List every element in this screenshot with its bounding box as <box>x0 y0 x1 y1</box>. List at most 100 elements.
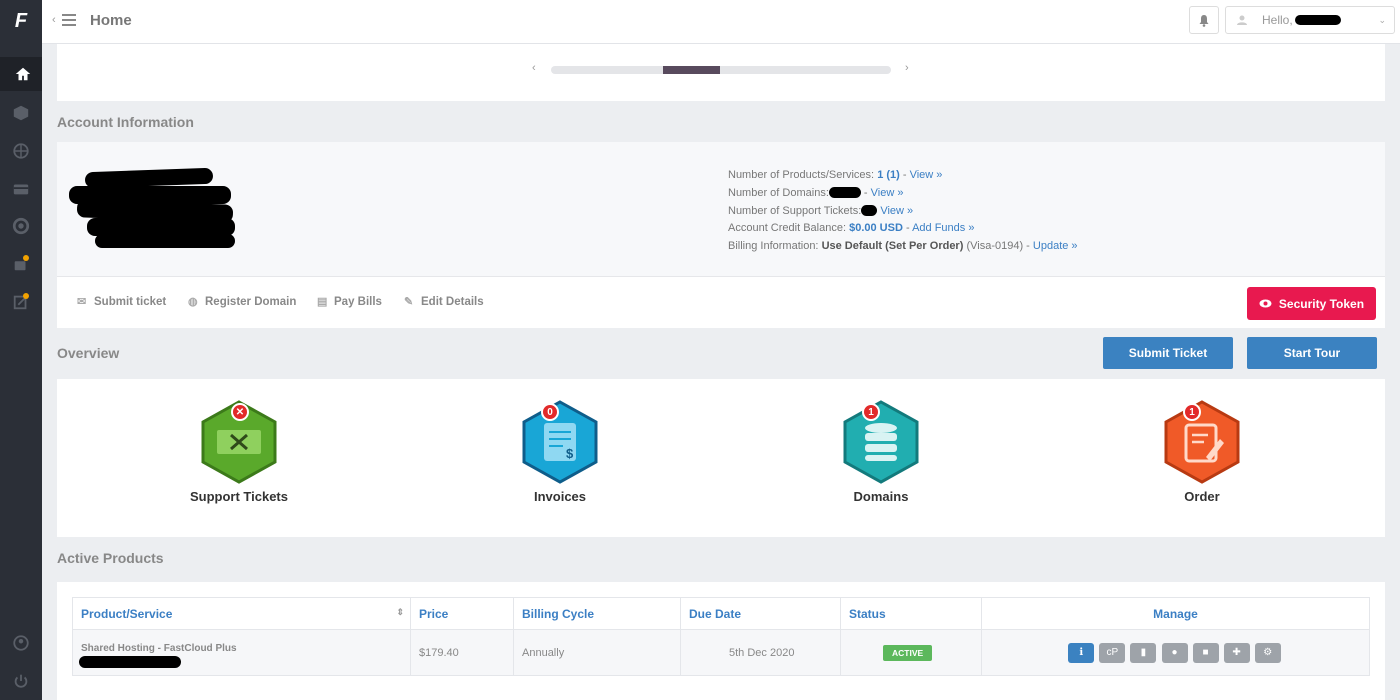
invoices-icon: $ <box>522 400 598 484</box>
price-cell: $179.40 <box>410 629 514 676</box>
notifications-button[interactable] <box>1189 6 1219 34</box>
slider-track[interactable] <box>551 66 891 74</box>
invoices-badge: 0 <box>541 403 559 421</box>
edit-details-link[interactable]: ✎ Edit Details <box>404 296 484 308</box>
slider-prev-icon[interactable]: ‹ <box>532 62 536 74</box>
billing-label: Billing Information: <box>728 240 819 253</box>
top-header: ‹ Home Hello, ⌄ <box>42 0 1400 44</box>
register-domain-label: Register Domain <box>205 296 297 308</box>
domains-badge: 1 <box>862 403 880 421</box>
start-tour-button[interactable]: Start Tour <box>1247 337 1377 369</box>
update-billing-link[interactable]: Update » <box>1033 240 1078 252</box>
col-price[interactable]: Price <box>410 597 514 630</box>
collapse-arrow-icon[interactable]: ‹ <box>52 14 56 26</box>
gear-icon[interactable]: ⚙ <box>1254 642 1281 663</box>
puzzle-icon[interactable]: ✚ <box>1223 642 1250 663</box>
sort-icon[interactable]: ⇕ <box>396 607 404 618</box>
edit-details-label: Edit Details <box>421 296 484 308</box>
redacted-value <box>861 205 878 217</box>
home-icon[interactable] <box>0 57 42 91</box>
redacted-name <box>1294 15 1341 25</box>
col-manage: Manage <box>981 597 1370 630</box>
page-title: Home <box>90 12 132 29</box>
user-menu[interactable]: Hello, ⌄ <box>1225 6 1395 34</box>
star-icon <box>23 293 29 299</box>
col-status[interactable]: Status <box>840 597 982 630</box>
credit-value: $0.00 USD <box>849 222 903 235</box>
product-cell[interactable]: Shared Hosting - FastCloud Plus <box>72 629 411 676</box>
products-view-link[interactable]: View » <box>910 169 943 181</box>
cpanel-icon[interactable]: cP <box>1099 642 1126 663</box>
submit-ticket-link[interactable]: ✉ Submit ticket <box>77 296 166 308</box>
col-product-label: Product/Service <box>81 606 173 621</box>
bell-icon <box>1199 14 1209 27</box>
order-label: Order <box>1184 489 1220 504</box>
pencil-icon: ✎ <box>404 295 414 308</box>
account-info-title: Account Information <box>57 114 194 130</box>
stats-icon[interactable]: ▮ <box>1130 642 1157 663</box>
products-value: 1 (1) <box>877 169 900 181</box>
support-tickets-label: Support Tickets <box>189 489 288 504</box>
due-date-cell: 5th Dec 2020 <box>680 629 841 676</box>
addon-icon[interactable] <box>0 247 42 281</box>
domains-tile[interactable]: 1 Domains <box>821 399 941 504</box>
security-token-button[interactable]: Security Token <box>1247 287 1376 320</box>
invoices-tile[interactable]: $ 0 Invoices <box>500 399 620 504</box>
drop-icon[interactable]: ● <box>1161 642 1188 663</box>
logout-icon[interactable] <box>0 664 42 698</box>
account-stats: Number of Products/Services: 1 (1) - Vie… <box>728 169 1078 253</box>
submit-ticket-button[interactable]: Submit Ticket <box>1103 337 1233 369</box>
billing-value: Use Default (Set Per Order) <box>821 240 964 253</box>
submit-ticket-label: Submit ticket <box>94 296 167 308</box>
billing-card: (Visa-0194) <box>966 240 1024 253</box>
active-products-card: Product/Service ⇕ Price Billing Cycle Due… <box>57 582 1385 700</box>
status-cell: ACTIVE <box>840 629 982 676</box>
domains-view-link[interactable]: View » <box>871 187 904 199</box>
tickets-label: Number of Support Tickets: <box>728 204 862 217</box>
lock-icon[interactable]: ■ <box>1192 642 1219 663</box>
col-billing-cycle[interactable]: Billing Cycle <box>513 597 681 630</box>
svg-text:$: $ <box>566 446 574 461</box>
products-table: Product/Service ⇕ Price Billing Cycle Due… <box>72 597 1370 676</box>
active-products-title: Active Products <box>57 550 164 566</box>
slider-next-icon[interactable]: › <box>905 62 909 74</box>
support-icon[interactable] <box>0 209 42 243</box>
edit-icon[interactable] <box>0 285 42 319</box>
pay-bills-link[interactable]: ▤ Pay Bills <box>317 296 382 308</box>
products-label: Number of Products/Services: <box>728 169 875 181</box>
info-icon[interactable]: ℹ <box>1068 642 1095 663</box>
box-icon[interactable] <box>0 96 42 130</box>
col-due-date[interactable]: Due Date <box>680 597 841 630</box>
security-token-label: Security Token <box>1278 296 1365 311</box>
order-tile[interactable]: 1 Order <box>1142 399 1262 504</box>
logo-mark: F <box>14 9 28 32</box>
overview-title: Overview <box>57 345 120 361</box>
register-domain-link[interactable]: ◍ Register Domain <box>188 296 296 308</box>
add-funds-link[interactable]: Add Funds » <box>912 222 974 234</box>
eye-icon <box>1259 299 1272 308</box>
logo[interactable]: F <box>0 0 42 42</box>
menu-icon[interactable] <box>62 14 76 26</box>
table-header-row: Product/Service ⇕ Price Billing Cycle Due… <box>72 597 1370 630</box>
credit-label: Account Credit Balance: <box>728 222 847 235</box>
pay-bills-label: Pay Bills <box>334 296 382 308</box>
redacted-domain <box>79 656 181 668</box>
col-product[interactable]: Product/Service ⇕ <box>72 597 411 630</box>
globe-icon[interactable] <box>0 134 42 168</box>
status-badge: ACTIVE <box>883 644 933 661</box>
support-tickets-tile[interactable]: ✕ Support Tickets <box>179 399 299 504</box>
slider-thumb[interactable] <box>663 66 720 74</box>
announcement-slider: ‹ › <box>57 44 1385 101</box>
table-row[interactable]: Shared Hosting - FastCloud Plus $179.40 … <box>72 629 1370 676</box>
order-badge: 1 <box>1183 403 1201 421</box>
product-name: Shared Hosting - FastCloud Plus <box>81 643 237 654</box>
user-icon[interactable] <box>0 626 42 660</box>
billing-icon[interactable] <box>0 172 42 206</box>
account-actions-bar: ✉ Submit ticket ◍ Register Domain ▤ Pay … <box>57 276 1385 328</box>
greeting: Hello, <box>1262 13 1293 27</box>
tickets-view-link[interactable]: View » <box>880 205 913 217</box>
order-icon <box>1164 400 1240 484</box>
globe-icon: ◍ <box>188 295 198 308</box>
star-icon <box>23 255 29 261</box>
domains-label: Domains <box>853 489 909 504</box>
